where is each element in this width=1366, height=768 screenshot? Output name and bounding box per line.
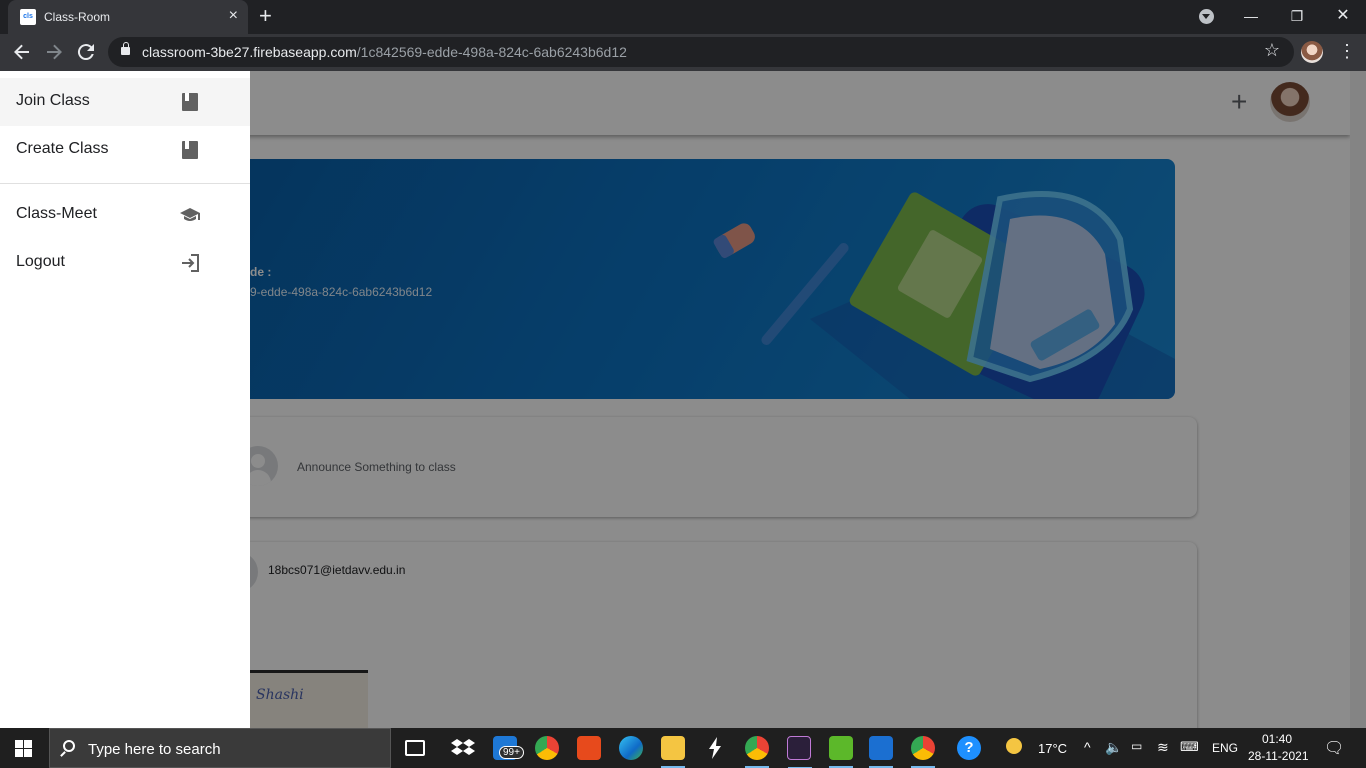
volume-icon[interactable]: 🔈 bbox=[1105, 739, 1122, 756]
side-drawer: Join Class Create Class Class-Meet Logou… bbox=[0, 71, 250, 728]
book-icon bbox=[182, 141, 198, 159]
search-icon bbox=[63, 740, 75, 752]
taskbar-search-placeholder: Type here to search bbox=[88, 741, 221, 758]
tab-search-icon[interactable] bbox=[1199, 9, 1214, 24]
terminal-icon[interactable] bbox=[787, 736, 812, 768]
tab-close-icon[interactable]: × bbox=[229, 7, 238, 25]
browser-titlebar: cls Class-Room × + — ❐ ✕ bbox=[0, 0, 1366, 34]
file-explorer-icon[interactable] bbox=[661, 736, 685, 768]
favicon-icon: cls bbox=[20, 9, 36, 25]
url-path: /1c842569-edde-498a-824c-6ab6243b6d12 bbox=[356, 44, 627, 60]
windows-start-icon[interactable] bbox=[15, 740, 32, 757]
chrome-profile-icon[interactable] bbox=[745, 736, 769, 768]
weather-icon[interactable] bbox=[1006, 738, 1022, 754]
drawer-item-label: Create Class bbox=[16, 140, 109, 157]
drawer-item-logout[interactable]: Logout bbox=[0, 239, 250, 287]
profile-avatar[interactable] bbox=[1301, 41, 1323, 63]
close-window-button[interactable]: ✕ bbox=[1320, 0, 1366, 34]
office-icon[interactable] bbox=[577, 736, 601, 760]
video-editor-icon[interactable] bbox=[869, 736, 893, 768]
page-viewport: + de : 9-edde-498a-824c-6ab6243b6d12 Ann… bbox=[0, 71, 1366, 728]
sublime-icon[interactable] bbox=[703, 736, 727, 760]
minimize-button[interactable]: — bbox=[1228, 0, 1274, 34]
keyboard-icon[interactable]: ⌨ bbox=[1180, 739, 1199, 755]
weather-temp[interactable]: 17°C bbox=[1038, 741, 1067, 756]
browser-menu-icon[interactable]: ⋮ bbox=[1338, 40, 1356, 62]
new-tab-button[interactable]: + bbox=[259, 5, 272, 27]
notification-icon[interactable]: 🗨 bbox=[1324, 738, 1344, 758]
taskbar-search[interactable]: Type here to search bbox=[49, 728, 391, 768]
url-host: classroom-3be27.firebaseapp.com bbox=[142, 44, 357, 60]
help-icon[interactable]: ? bbox=[957, 736, 981, 760]
address-bar[interactable]: classroom-3be27.firebaseapp.com/1c842569… bbox=[108, 37, 1294, 67]
clock-time[interactable]: 01:40 bbox=[1262, 732, 1292, 746]
book-icon bbox=[182, 93, 198, 111]
browser-toolbar: classroom-3be27.firebaseapp.com/1c842569… bbox=[0, 34, 1366, 71]
school-icon bbox=[180, 208, 200, 221]
chrome-icon[interactable] bbox=[535, 736, 559, 760]
battery-icon[interactable]: ▭ bbox=[1131, 739, 1142, 753]
taskbar: Type here to search ? 17°C ^ 🔈 ▭ ≋ ⌨ ENG… bbox=[0, 728, 1366, 768]
edge-icon[interactable] bbox=[619, 736, 643, 760]
camtasia-icon[interactable] bbox=[829, 736, 853, 768]
back-icon[interactable] bbox=[10, 40, 34, 64]
forward-icon[interactable] bbox=[42, 40, 66, 64]
drawer-item-class-meet[interactable]: Class-Meet bbox=[0, 191, 250, 239]
chrome-active-icon[interactable] bbox=[911, 736, 935, 768]
mail-badge: 99+ bbox=[499, 746, 524, 759]
wifi-icon[interactable]: ≋ bbox=[1157, 739, 1169, 756]
reload-icon[interactable] bbox=[74, 40, 98, 64]
drawer-item-create-class[interactable]: Create Class bbox=[0, 126, 250, 174]
drawer-item-label: Logout bbox=[16, 253, 65, 270]
dropbox-icon[interactable] bbox=[451, 736, 475, 760]
tab-title: Class-Room bbox=[44, 10, 111, 24]
show-hidden-icons-icon[interactable]: ^ bbox=[1084, 739, 1091, 755]
drawer-item-label: Join Class bbox=[16, 92, 90, 109]
drawer-item-join-class[interactable]: Join Class bbox=[0, 78, 250, 126]
restore-button[interactable]: ❐ bbox=[1274, 0, 1320, 34]
bookmark-star-icon[interactable]: ☆ bbox=[1264, 40, 1280, 61]
task-view-icon[interactable] bbox=[405, 740, 425, 756]
logout-icon bbox=[182, 254, 199, 272]
browser-tab[interactable]: cls Class-Room × bbox=[8, 0, 248, 34]
input-language[interactable]: ENG bbox=[1212, 741, 1238, 755]
clock-date[interactable]: 28-11-2021 bbox=[1248, 749, 1309, 763]
drawer-divider bbox=[0, 183, 250, 184]
lock-icon bbox=[121, 42, 130, 55]
drawer-item-label: Class-Meet bbox=[16, 205, 97, 222]
